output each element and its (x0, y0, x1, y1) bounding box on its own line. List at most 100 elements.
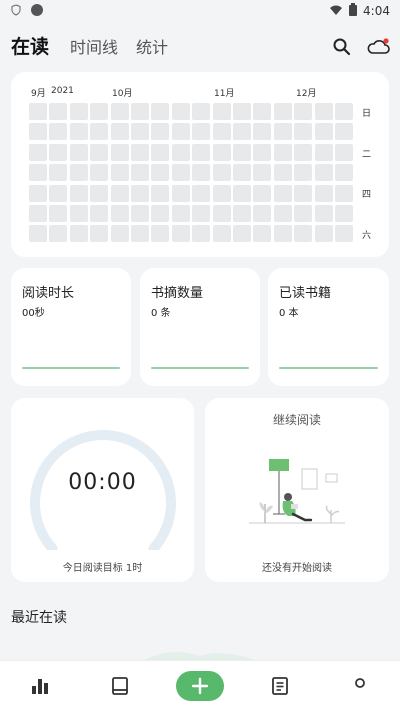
heatmap-cell (335, 143, 353, 161)
heatmap-cell (131, 164, 149, 182)
notes-icon[interactable] (269, 675, 291, 697)
excerpt-count-card[interactable]: 书摘数量 0 条 (140, 268, 260, 386)
heatmap-cell (314, 103, 333, 120)
heatmap-cell (171, 164, 190, 182)
heatmap-cell (314, 225, 333, 243)
heatmap-cell (212, 184, 231, 202)
heatmap-cell (171, 143, 190, 161)
heatmap-cell (69, 123, 88, 141)
stat-value: 0 条 (151, 308, 171, 319)
stats-icon[interactable] (29, 675, 51, 697)
heatmap-cell (212, 103, 231, 120)
add-icon[interactable] (176, 671, 224, 701)
heatmap-cell (90, 103, 109, 120)
shield-icon (10, 3, 22, 19)
heatmap-cell (335, 123, 353, 141)
heatmap-cell (273, 143, 292, 161)
heatmap-cell (192, 164, 211, 182)
heatmap-cell (273, 123, 292, 141)
heatmap-cell (49, 225, 68, 243)
heatmap-cell (314, 123, 333, 141)
heatmap-cell (233, 103, 251, 120)
heatmap-cell (151, 184, 170, 202)
month-label: 9月 (31, 89, 46, 99)
profile-icon[interactable] (349, 675, 371, 697)
heatmap-cell (131, 225, 149, 243)
book-icon[interactable] (109, 675, 131, 697)
heatmap-cell (131, 184, 149, 202)
heatmap-cell (69, 103, 88, 120)
heatmap-cell (29, 143, 47, 161)
heatmap-cell (90, 184, 109, 202)
daily-goal-label: 今日阅读目标 1时 (62, 563, 143, 574)
heatmap-cell (314, 205, 333, 222)
heatmap-cell (253, 225, 272, 243)
heatmap-cell (110, 205, 129, 222)
stat-value: 00秒 (22, 308, 45, 319)
heatmap-cell (151, 225, 170, 243)
books-read-card[interactable]: 已读书籍 0 本 (268, 268, 389, 386)
heatmap-cell (233, 205, 251, 222)
reading-heatmap-card: 9月 2021 10月 11月 12月 日 二 四 六 (11, 72, 389, 257)
heatmap-cell (253, 205, 272, 222)
reading-duration-card[interactable]: 阅读时长 00秒 (11, 268, 131, 386)
heatmap-cell (131, 123, 149, 141)
heatmap-cell (69, 205, 88, 222)
heatmap-cell (273, 205, 292, 222)
heatmap-cell (314, 143, 333, 161)
heatmap-cell (335, 184, 353, 202)
heatmap-cell (294, 143, 313, 161)
heatmap-cell (233, 184, 251, 202)
battery-icon (349, 3, 358, 19)
heatmap-cell (233, 225, 251, 243)
heatmap-cell (29, 184, 47, 202)
heatmap-cell (192, 103, 211, 120)
stat-value: 0 本 (279, 308, 299, 319)
tab-statistics[interactable]: 统计 (136, 34, 168, 58)
stat-title: 已读书籍 (279, 286, 332, 301)
heatmap-cell (131, 103, 149, 120)
heatmap-cell (294, 225, 313, 243)
heatmap-cell (49, 143, 68, 161)
heatmap-cell (253, 164, 272, 182)
heatmap-cell (171, 103, 190, 120)
heatmap-cell (49, 205, 68, 222)
stat-title: 书摘数量 (151, 286, 204, 301)
heatmap-cell (90, 123, 109, 141)
heatmap-cell (171, 184, 190, 202)
stat-sparkline (151, 367, 249, 369)
heatmap-cell (335, 164, 353, 182)
heatmap-cell (335, 225, 353, 243)
heatmap-cell (49, 123, 68, 141)
continue-reading-card[interactable]: 继续阅读 还没有开始阅读 (205, 398, 389, 582)
heatmap-cell (233, 123, 251, 141)
status-bar: 4:04 (0, 0, 400, 22)
heatmap-cell (29, 225, 47, 243)
tab-timeline[interactable]: 时间线 (70, 34, 118, 58)
weekday-label: 四 (362, 190, 372, 200)
year-label: 2021 (51, 86, 74, 96)
heatmap-cell (151, 143, 170, 161)
heatmap-cell (192, 205, 211, 222)
search-icon[interactable] (331, 36, 353, 58)
heatmap-cell (131, 205, 149, 222)
heatmap-cell (253, 103, 272, 120)
heatmap-cell (192, 123, 211, 141)
heatmap-cell (212, 143, 231, 161)
heatmap-cell (90, 143, 109, 161)
heatmap-cell (294, 103, 313, 120)
heatmap-cell (90, 164, 109, 182)
heatmap-cell (131, 143, 149, 161)
heatmap-cell (273, 225, 292, 243)
heatmap-cell (171, 123, 190, 141)
weekday-label: 日 (362, 109, 372, 119)
month-label: 10月 (112, 89, 133, 99)
heatmap-cell (294, 164, 313, 182)
heatmap-cell (69, 225, 88, 243)
reading-timer-card[interactable]: 00:00 今日阅读目标 1时 (11, 398, 194, 582)
tab-reading[interactable]: 在读 (11, 32, 49, 59)
cloud-sync-icon[interactable] (366, 36, 392, 58)
heatmap-cell (273, 164, 292, 182)
heatmap-cell (294, 205, 313, 222)
timer-display: 00:00 (68, 470, 137, 495)
